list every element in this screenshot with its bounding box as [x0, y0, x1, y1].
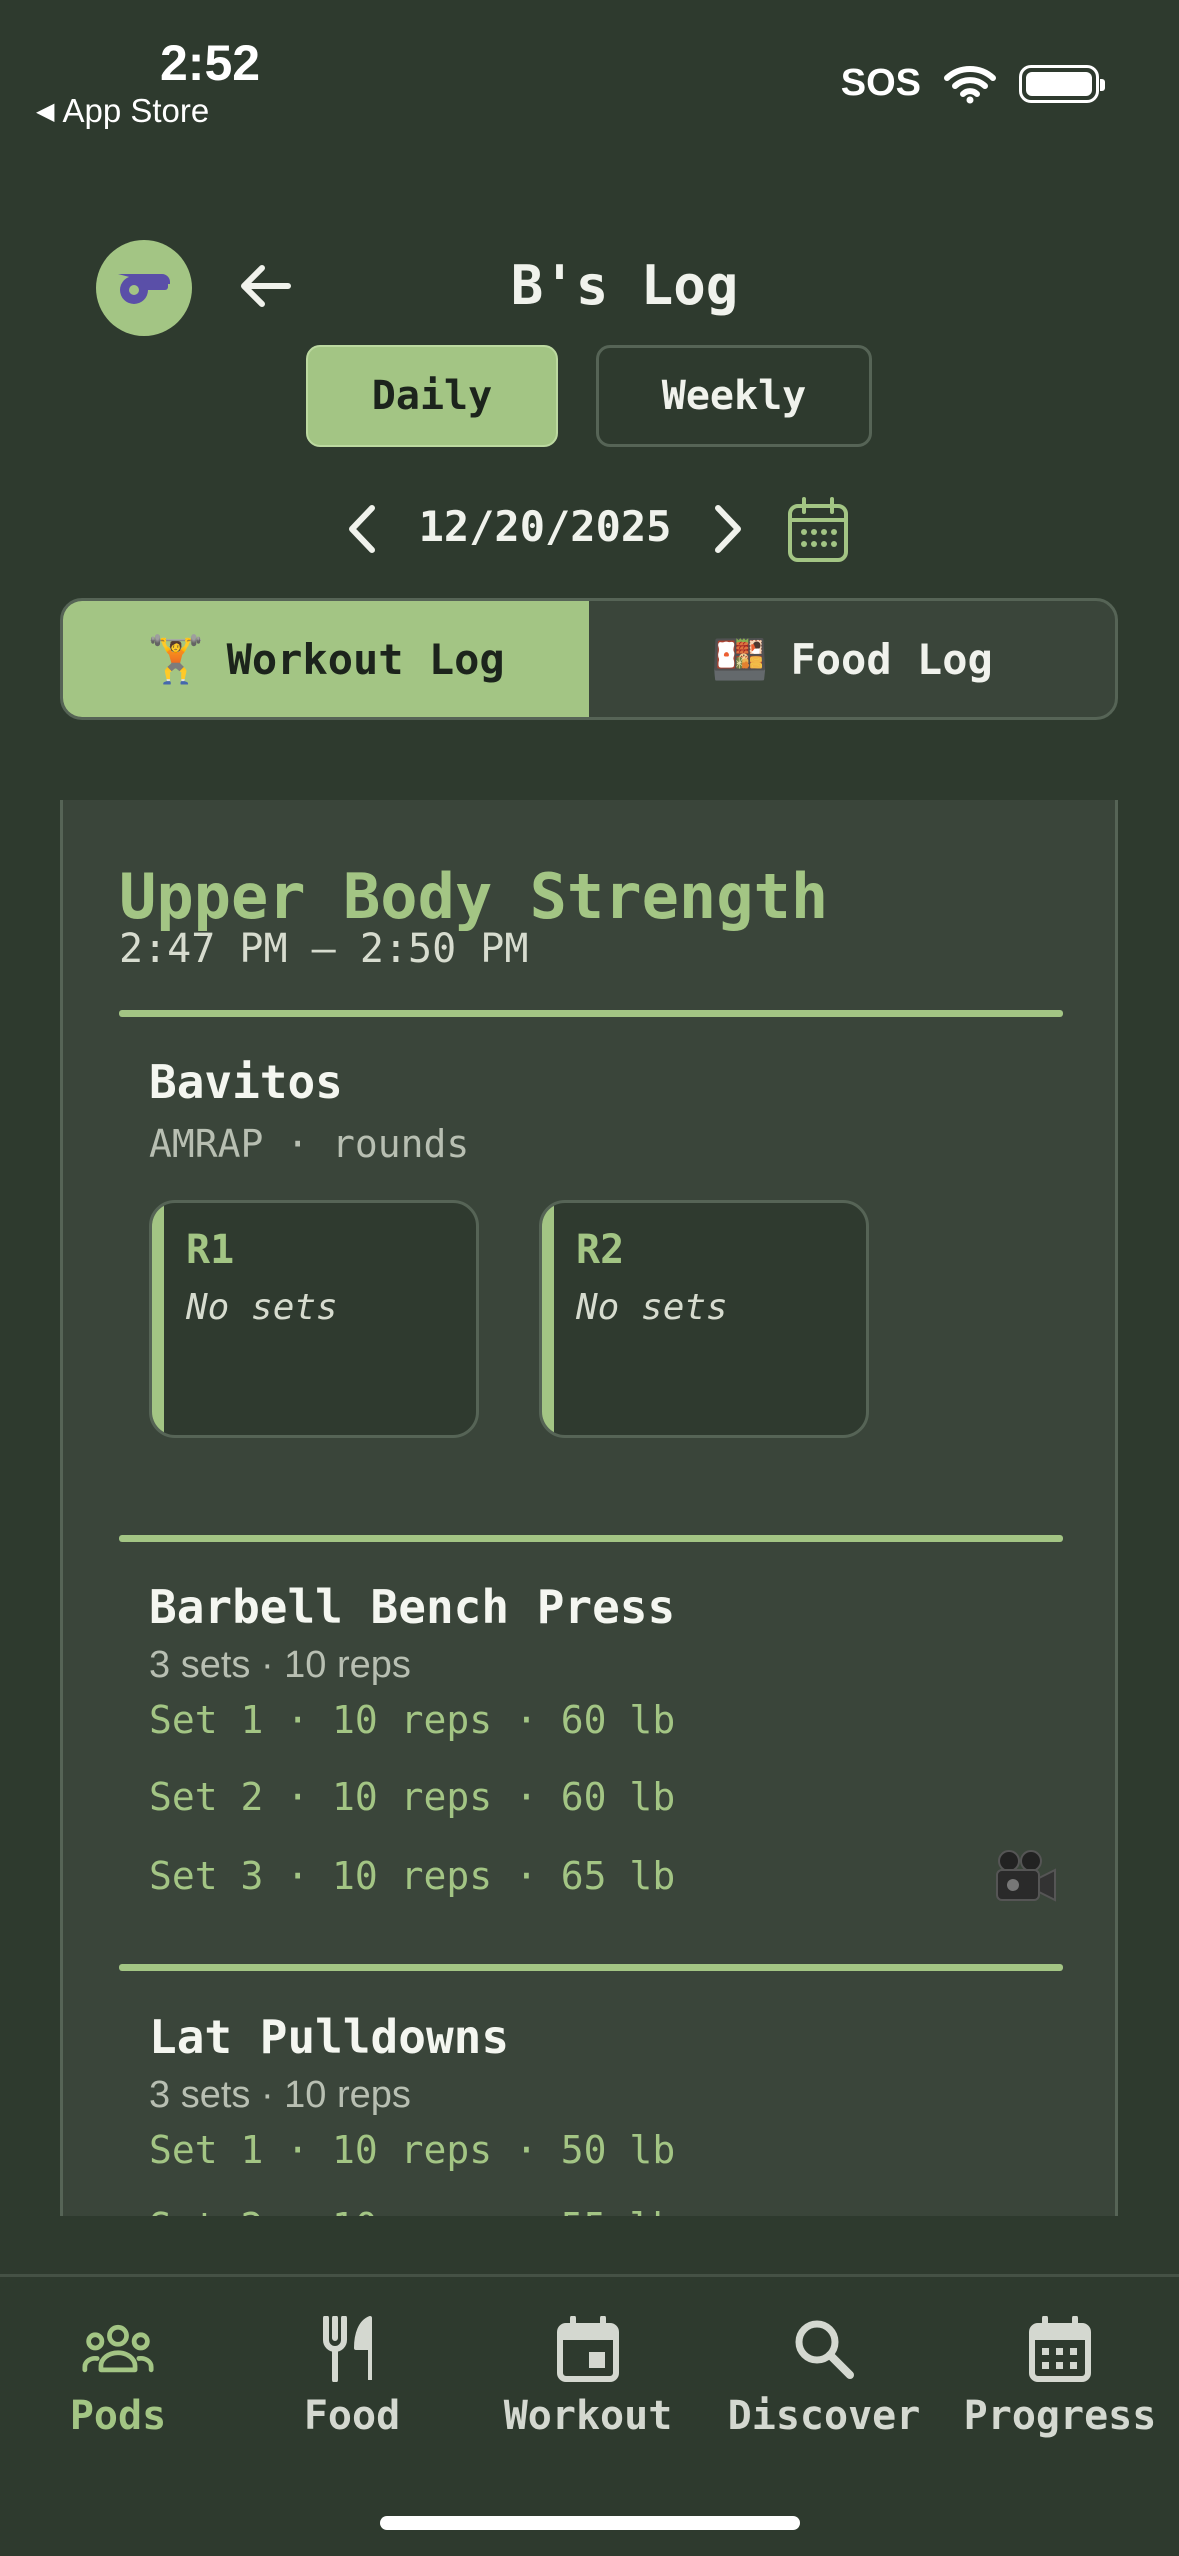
nav-label: Workout: [503, 2393, 673, 2439]
calendar-picker-button[interactable]: [786, 496, 850, 564]
fork-knife-icon: [316, 2313, 388, 2385]
current-date: 12/20/2025: [418, 502, 672, 551]
set-entry: Set 2 · 10 reps · 55 lb: [149, 2205, 675, 2216]
group-icon: [82, 2313, 154, 2385]
nav-discover[interactable]: Discover: [706, 2313, 942, 2439]
back-triangle-icon: ◀: [36, 98, 55, 125]
calendar-event-icon: [552, 2313, 624, 2385]
chevron-left-icon: [349, 505, 375, 553]
page-title: B's Log: [510, 254, 739, 317]
date-navigator: 12/20/2025: [0, 490, 1179, 570]
nav-pods[interactable]: Pods: [0, 2313, 236, 2439]
round-sets-status: No sets: [186, 1287, 338, 1328]
nav-workout[interactable]: Workout: [470, 2313, 706, 2439]
tab-weekly[interactable]: Weekly: [596, 345, 872, 447]
round-card[interactable]: R1 No sets: [149, 1200, 479, 1438]
calendar-icon: [788, 497, 848, 562]
bottom-tab-bar: Pods Food Workout Discover Progress: [0, 2274, 1179, 2556]
status-time: 2:52: [160, 35, 261, 91]
nav-progress[interactable]: Progress: [942, 2313, 1178, 2439]
workout-card[interactable]: Upper Body Strength 2:47 PM — 2:50 PM Ba…: [60, 800, 1118, 2216]
exercise-name: Barbell Bench Press: [149, 1580, 676, 1634]
round-label: R1: [186, 1227, 235, 1273]
exercise-summary: 3 sets · 10 reps: [149, 2074, 411, 2116]
set-entry: Set 3 · 10 reps · 65 lb: [149, 1854, 676, 1898]
nav-label: Pods: [69, 2393, 167, 2439]
workout-title: Upper Body Strength: [119, 860, 829, 933]
battery-icon: [1019, 64, 1105, 103]
set-entry: Set 1 · 10 reps · 50 lb: [149, 2128, 676, 2172]
log-type-toggle: 🏋️ Workout Log 🍱 Food Log: [60, 598, 1118, 720]
calendar-grid-icon: [1024, 2313, 1096, 2385]
weightlifter-icon: 🏋️: [147, 631, 205, 686]
header: B's Log: [0, 230, 1179, 340]
back-app-label: App Store: [62, 92, 210, 129]
exercise-summary: AMRAP · rounds: [149, 1122, 470, 1166]
wifi-icon: [944, 65, 996, 103]
back-to-app-link[interactable]: ◀ App Store: [36, 92, 209, 130]
section-divider: [119, 1010, 1063, 1017]
nav-label: Progress: [963, 2393, 1157, 2439]
set-entry: Set 2 · 10 reps · 60 lb: [149, 1775, 676, 1819]
workout-time-range: 2:47 PM — 2:50 PM: [119, 926, 529, 972]
section-divider: [119, 1964, 1063, 1971]
previous-day-button[interactable]: [332, 496, 392, 562]
tab-workout-log-label: Workout Log: [226, 634, 505, 684]
exercise-summary: 3 sets · 10 reps: [149, 1644, 411, 1686]
status-bar: 2:52 ◀ App Store SOS: [0, 0, 1179, 140]
video-camera-icon[interactable]: [991, 1848, 1061, 1908]
exercise-name: Lat Pulldowns: [149, 2010, 510, 2064]
tab-food-log-label: Food Log: [790, 634, 993, 684]
nav-food[interactable]: Food: [234, 2313, 470, 2439]
round-label: R2: [576, 1227, 625, 1273]
round-sets-status: No sets: [576, 1287, 728, 1328]
round-accent-bar: [542, 1203, 554, 1435]
exercise-name: Bavitos: [149, 1055, 343, 1109]
status-indicators: SOS: [840, 62, 1105, 105]
next-day-button[interactable]: [698, 496, 758, 562]
home-indicator[interactable]: [380, 2516, 800, 2530]
chevron-right-icon: [715, 505, 741, 553]
bento-box-icon: 🍱: [711, 631, 769, 686]
sos-indicator: SOS: [840, 62, 921, 104]
tab-daily[interactable]: Daily: [306, 345, 558, 447]
tab-food-log[interactable]: 🍱 Food Log: [589, 601, 1115, 717]
tab-workout-log[interactable]: 🏋️ Workout Log: [63, 601, 589, 717]
search-icon: [788, 2313, 860, 2385]
round-accent-bar: [152, 1203, 164, 1435]
set-entry: Set 1 · 10 reps · 60 lb: [149, 1698, 676, 1742]
nav-label: Food: [303, 2393, 401, 2439]
nav-label: Discover: [727, 2393, 921, 2439]
section-divider: [119, 1535, 1063, 1542]
round-card[interactable]: R2 No sets: [539, 1200, 869, 1438]
